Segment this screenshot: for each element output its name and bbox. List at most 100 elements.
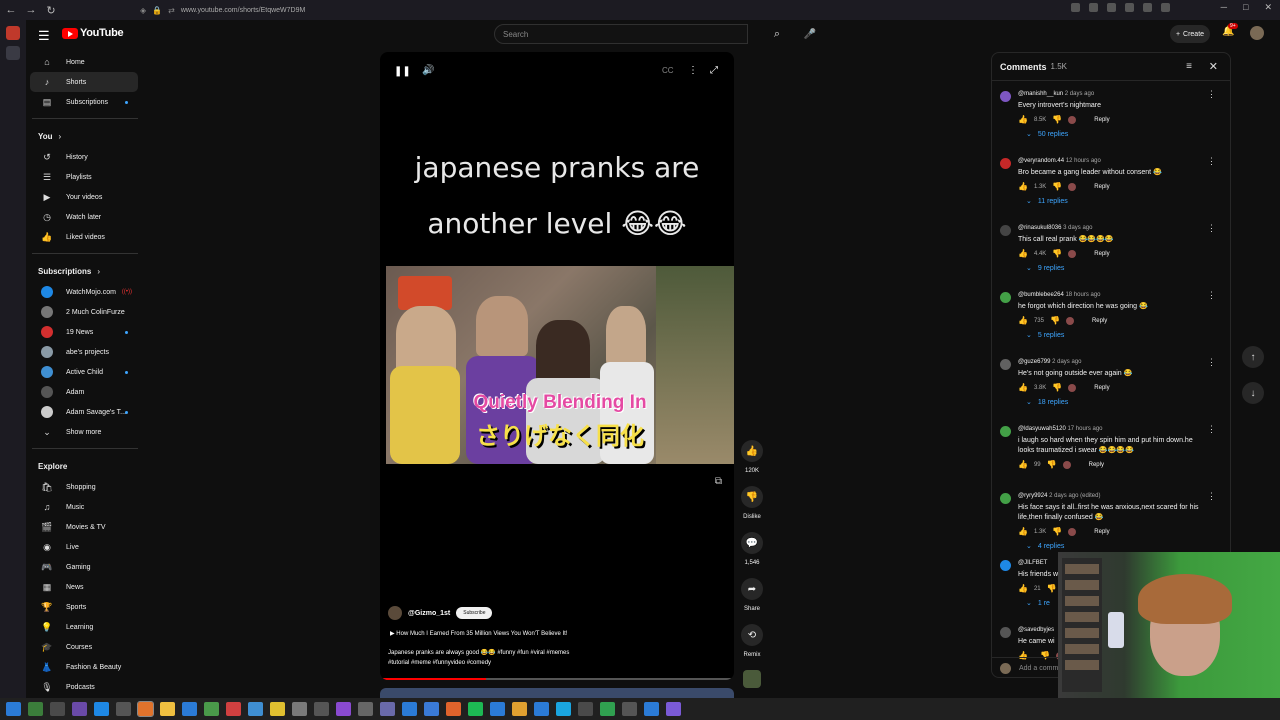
comment-more-icon[interactable]: ⋮	[1207, 89, 1216, 100]
sidebar-item-gaming[interactable]: 🎮 Gaming	[30, 557, 138, 577]
search-input[interactable]: Search	[494, 24, 748, 44]
subscribe-button[interactable]: Subscribe	[456, 607, 493, 619]
taskbar-app-icon[interactable]	[72, 702, 87, 716]
taskbar-app-icon[interactable]	[622, 702, 637, 716]
sidebar-item-your-videos[interactable]: ▶ Your videos	[30, 187, 138, 207]
close-icon[interactable]: ✕	[1209, 60, 1218, 73]
thumbs-down-icon[interactable]: 👎	[1050, 316, 1060, 325]
commenter-avatar[interactable]	[1000, 225, 1011, 236]
thumbs-down-icon[interactable]: 👎	[1052, 383, 1062, 392]
search-icon[interactable]: ⌕	[766, 24, 788, 44]
thumbs-up-icon[interactable]: 👍	[1018, 584, 1028, 593]
taskbar-app-icon[interactable]	[446, 702, 461, 716]
taskbar-app-icon[interactable]	[248, 702, 263, 716]
progress-bar[interactable]	[380, 678, 734, 680]
comment-author[interactable]: @bumblebee264	[1018, 292, 1064, 298]
view-replies-button[interactable]: ⌄ 11 replies	[1018, 197, 1230, 205]
taskbar-app-icon[interactable]	[468, 702, 483, 716]
reply-button[interactable]: Reply	[1094, 117, 1109, 123]
shorts-player[interactable]: ❚❚ 🔊 CC ⋮ ⤢ japanese pranks are another …	[380, 52, 734, 680]
reply-button[interactable]: Reply	[1089, 462, 1104, 468]
sidebar-item-movies-tv[interactable]: 🎬 Movies & TV	[30, 517, 138, 537]
sidebar-item-watch-later[interactable]: ◷ Watch later	[30, 207, 138, 227]
taskbar-app-icon[interactable]	[94, 702, 109, 716]
forward-icon[interactable]: →	[22, 1, 40, 19]
captions-icon[interactable]: CC	[662, 66, 674, 75]
thumbs-down-icon[interactable]: 👎	[1052, 182, 1062, 191]
back-icon[interactable]: ←	[2, 1, 20, 19]
view-replies-button[interactable]: ⌄ 50 replies	[1018, 130, 1230, 138]
you-heading[interactable]: You ›	[26, 125, 146, 147]
taskbar-app-icon[interactable]	[270, 702, 285, 716]
commenter-avatar[interactable]	[1000, 359, 1011, 370]
taskbar-app-icon[interactable]	[292, 702, 307, 716]
show-more-button[interactable]: ⌄ Show more	[30, 422, 138, 442]
playlist-link[interactable]: ▶ How Much I Earned From 35 Million View…	[390, 630, 568, 637]
comment-author[interactable]: @veryrandom.44	[1018, 158, 1064, 164]
reply-button[interactable]: Reply	[1094, 184, 1109, 190]
reload-icon[interactable]: ↻	[42, 1, 60, 19]
taskbar-app-icon[interactable]	[490, 702, 505, 716]
sidebar-item-2-much-colinfurze[interactable]: 2 Much ColinFurze	[30, 302, 138, 322]
sidebar-item-courses[interactable]: 🎓 Courses	[30, 637, 138, 657]
sidebar-item-adam[interactable]: Adam	[30, 382, 138, 402]
close-window-icon[interactable]: ✕	[1264, 2, 1272, 13]
taskbar-app-icon[interactable]	[116, 702, 131, 716]
sidebar-item-podcasts[interactable]: 🎙 Podcasts	[30, 677, 138, 697]
commenter-avatar[interactable]	[1000, 426, 1011, 437]
sidebar-item-19-news[interactable]: 19 News	[30, 322, 138, 342]
sidebar-item-liked-videos[interactable]: 👍 Liked videos	[30, 227, 138, 247]
create-button[interactable]: + Create	[1170, 25, 1210, 43]
mic-icon[interactable]: 🎤	[800, 24, 820, 44]
channel-avatar[interactable]	[388, 606, 402, 620]
thumbs-up-icon[interactable]: 👍	[1018, 383, 1028, 392]
side-app-icon[interactable]	[6, 46, 20, 60]
extension-icon[interactable]	[1089, 3, 1098, 12]
taskbar-app-icon[interactable]	[314, 702, 329, 716]
video-description[interactable]: Japanese pranks are always good 😂😂 #funn…	[388, 648, 628, 668]
sidebar-item-learning[interactable]: 💡 Learning	[30, 617, 138, 637]
reply-button[interactable]: Reply	[1094, 385, 1109, 391]
comment-more-icon[interactable]: ⋮	[1207, 424, 1216, 435]
taskbar-app-icon[interactable]	[512, 702, 527, 716]
thumbs-up-icon[interactable]: 👍	[1018, 460, 1028, 469]
thumbs-down-icon[interactable]: 👎	[1052, 115, 1062, 124]
taskbar-app-icon[interactable]	[644, 702, 659, 716]
share-button[interactable]: ➦ Share	[738, 578, 766, 612]
taskbar-app-icon[interactable]	[534, 702, 549, 716]
sidebar-item-music[interactable]: ♫ Music	[30, 497, 138, 517]
commenter-avatar[interactable]	[1000, 627, 1011, 638]
notifications-icon[interactable]: 🔔 9+	[1222, 23, 1238, 37]
reply-button[interactable]: Reply	[1094, 529, 1109, 535]
side-app-icon[interactable]	[6, 26, 20, 40]
commenter-avatar[interactable]	[1000, 292, 1011, 303]
minimize-icon[interactable]: ─	[1221, 2, 1227, 13]
sidebar-item-history[interactable]: ↺ History	[30, 147, 138, 167]
volume-icon[interactable]: 🔊	[422, 65, 434, 76]
comment-author[interactable]: @guze6799	[1018, 359, 1050, 365]
pause-icon[interactable]: ❚❚	[394, 66, 411, 77]
extension-icon[interactable]	[1107, 3, 1116, 12]
taskbar-app-icon[interactable]	[160, 702, 175, 716]
extension-icon[interactable]	[1143, 3, 1152, 12]
subscriptions-heading[interactable]: Subscriptions ›	[26, 260, 146, 282]
comment-author[interactable]: @manishh__kun	[1018, 91, 1063, 97]
sidebar-item-shopping[interactable]: 🛍 Shopping	[30, 477, 138, 497]
comment-author[interactable]: @savedbyjes	[1018, 627, 1054, 633]
taskbar-app-icon[interactable]	[600, 702, 615, 716]
sidebar-item-fashion-beauty[interactable]: 👗 Fashion & Beauty	[30, 657, 138, 677]
taskbar-app-icon[interactable]	[137, 701, 154, 717]
commenter-avatar[interactable]	[1000, 560, 1011, 571]
previous-short-icon[interactable]: ↑	[1242, 346, 1264, 368]
view-replies-button[interactable]: ⌄ 18 replies	[1018, 398, 1230, 406]
sidebar-item-adam-savage-s-t[interactable]: Adam Savage's T...	[30, 402, 138, 422]
sidebar-item-sports[interactable]: 🏆 Sports	[30, 597, 138, 617]
sidebar-item-abe-s-projects[interactable]: abe's projects	[30, 342, 138, 362]
sidebar-item-subscriptions[interactable]: ▤ Subscriptions	[30, 92, 138, 112]
taskbar-app-icon[interactable]	[28, 702, 43, 716]
youtube-logo[interactable]: YouTube	[62, 27, 124, 39]
like-button[interactable]: 👍 120K	[738, 440, 766, 474]
sidebar-item-news[interactable]: ▦ News	[30, 577, 138, 597]
next-short-icon[interactable]: ↓	[1242, 382, 1264, 404]
pip-icon[interactable]: ⧉	[715, 476, 722, 487]
